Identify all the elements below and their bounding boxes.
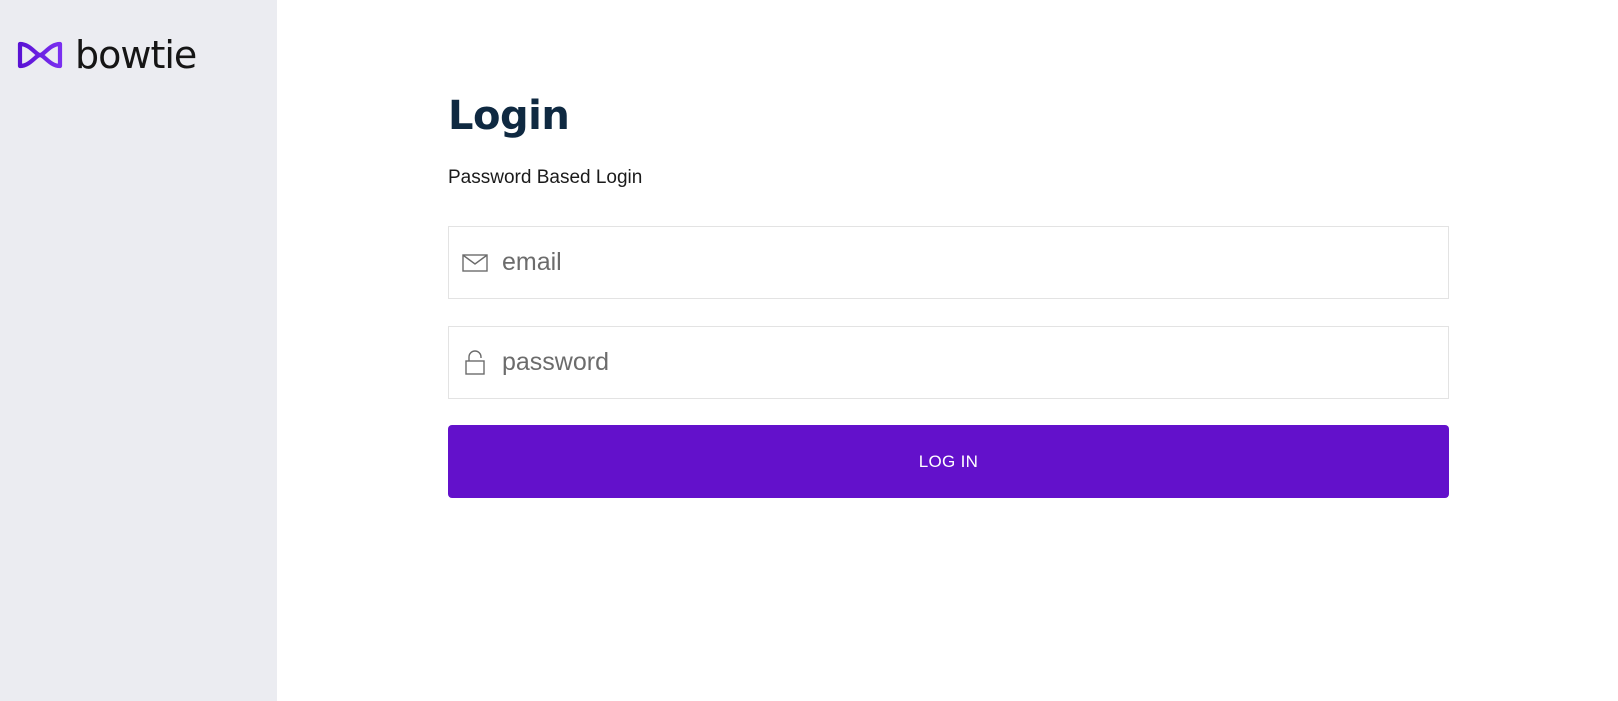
login-page: bowtie Login Password Based Login email … bbox=[0, 0, 1618, 701]
sidebar: bowtie bbox=[0, 0, 277, 701]
password-input[interactable] bbox=[502, 342, 1402, 383]
login-button[interactable]: LOG IN bbox=[448, 425, 1449, 498]
mail-icon bbox=[462, 250, 488, 276]
main-panel: Login Password Based Login email LOG IN bbox=[277, 0, 1618, 701]
email-input[interactable] bbox=[502, 242, 1402, 283]
brand-logo[interactable]: bowtie bbox=[14, 33, 197, 77]
page-title: Login bbox=[448, 93, 570, 139]
login-button-label: LOG IN bbox=[918, 451, 979, 471]
login-form: Login Password Based Login email LOG IN bbox=[448, 88, 1449, 498]
lock-icon bbox=[462, 349, 488, 376]
password-field[interactable] bbox=[448, 326, 1449, 399]
email-field[interactable] bbox=[448, 226, 1449, 299]
brand-name: bowtie bbox=[75, 33, 197, 77]
bowtie-logo-icon bbox=[17, 41, 63, 69]
login-subtitle: Password Based Login bbox=[448, 167, 643, 188]
